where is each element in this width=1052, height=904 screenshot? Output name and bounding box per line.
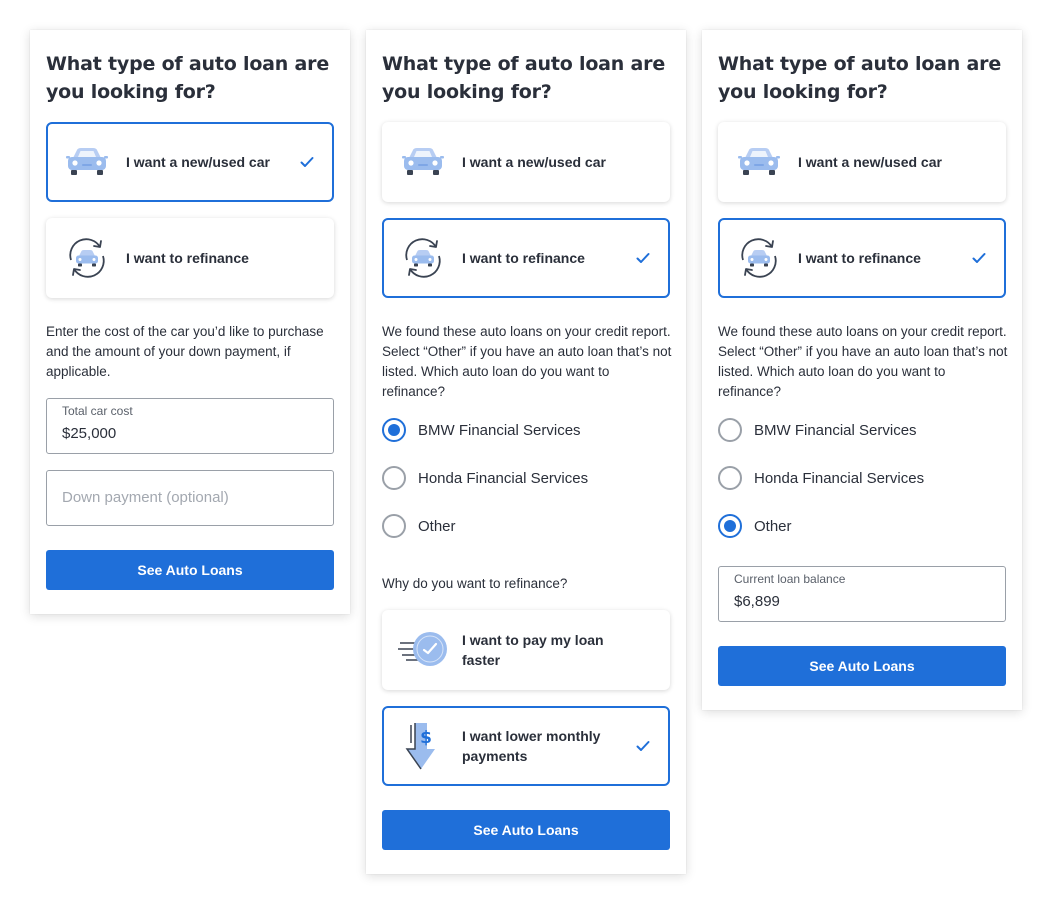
radio-label: Other	[418, 517, 456, 535]
refinance-car-icon	[62, 233, 112, 283]
radio-honda-financial[interactable]: Honda Financial Services	[718, 465, 924, 491]
option-label: I want a new/used car	[798, 154, 942, 170]
car-icon	[62, 137, 112, 187]
panel-title: What type of auto loan are you looking f…	[46, 53, 330, 103]
option-label: I want to refinance	[798, 250, 921, 266]
instructions-text: We found these auto loans on your credit…	[382, 324, 672, 399]
radio-button[interactable]	[382, 514, 406, 538]
refinance-reason-question: Why do you want to refinance?	[382, 576, 568, 591]
option-new-used-car[interactable]: I want a new/used car	[46, 122, 334, 202]
dollar-down-arrow-icon	[398, 721, 448, 771]
radio-label: Honda Financial Services	[754, 469, 925, 487]
option-label: I want lower monthly payments	[462, 728, 601, 764]
field-label: Total car cost	[62, 404, 133, 418]
option-label: I want to refinance	[462, 250, 585, 266]
radio-bmw-financial[interactable]: BMW Financial Services	[382, 417, 581, 443]
option-refinance[interactable]: I want to refinance	[46, 218, 334, 298]
field-placeholder: Down payment (optional)	[62, 489, 229, 506]
radio-button[interactable]	[718, 466, 742, 490]
radio-label: Honda Financial Services	[418, 469, 589, 487]
option-new-used-car[interactable]: I want a new/used car	[718, 122, 1006, 202]
panel-title: What type of auto loan are you looking f…	[718, 53, 1002, 103]
refinance-car-icon	[398, 233, 448, 283]
option-pay-loan-faster[interactable]: I want to pay my loan faster	[382, 610, 670, 690]
car-icon	[398, 137, 448, 187]
option-refinance[interactable]: I want to refinance	[718, 218, 1006, 298]
option-new-used-car[interactable]: I want a new/used car	[382, 122, 670, 202]
radio-button[interactable]	[718, 514, 742, 538]
refinance-car-icon	[734, 233, 784, 283]
radio-label: BMW Financial Services	[754, 421, 917, 439]
radio-other[interactable]: Other	[382, 513, 456, 539]
field-value: $6,899	[734, 593, 780, 610]
option-label: I want to pay my loan faster	[462, 632, 604, 668]
radio-button[interactable]	[382, 418, 406, 442]
radio-bmw-financial[interactable]: BMW Financial Services	[718, 417, 917, 443]
checkmark-icon	[972, 252, 986, 264]
refinance-other-panel: What type of auto loan are you looking f…	[702, 30, 1022, 710]
new-car-panel: What type of auto loan are you looking f…	[30, 30, 350, 614]
option-label: I want to refinance	[126, 250, 249, 266]
option-label: I want a new/used car	[126, 154, 270, 170]
panel-title: What type of auto loan are you looking f…	[382, 53, 666, 103]
instructions-text: Enter the cost of the car you’d like to …	[46, 324, 324, 379]
checkmark-icon	[636, 740, 650, 752]
see-auto-loans-button[interactable]: See Auto Loans	[46, 550, 334, 590]
down-payment-field[interactable]: Down payment (optional)	[46, 470, 334, 526]
radio-label: BMW Financial Services	[418, 421, 581, 439]
car-icon	[734, 137, 784, 187]
clock-speed-icon	[398, 625, 448, 675]
option-refinance[interactable]: I want to refinance	[382, 218, 670, 298]
option-label: I want a new/used car	[462, 154, 606, 170]
radio-label: Other	[754, 517, 792, 535]
total-car-cost-field[interactable]: Total car cost $25,000	[46, 398, 334, 454]
radio-button[interactable]	[382, 466, 406, 490]
instructions-text: We found these auto loans on your credit…	[718, 324, 1008, 399]
see-auto-loans-button[interactable]: See Auto Loans	[718, 646, 1006, 686]
radio-button[interactable]	[718, 418, 742, 442]
field-label: Current loan balance	[734, 572, 846, 586]
radio-honda-financial[interactable]: Honda Financial Services	[382, 465, 588, 491]
refinance-bmw-panel: What type of auto loan are you looking f…	[366, 30, 686, 874]
field-value: $25,000	[62, 425, 117, 442]
checkmark-icon	[300, 156, 314, 168]
current-loan-balance-field[interactable]: Current loan balance $6,899	[718, 566, 1006, 622]
option-lower-monthly-payments[interactable]: I want lower monthly payments	[382, 706, 670, 786]
checkmark-icon	[636, 252, 650, 264]
radio-other[interactable]: Other	[718, 513, 792, 539]
see-auto-loans-button[interactable]: See Auto Loans	[382, 810, 670, 850]
